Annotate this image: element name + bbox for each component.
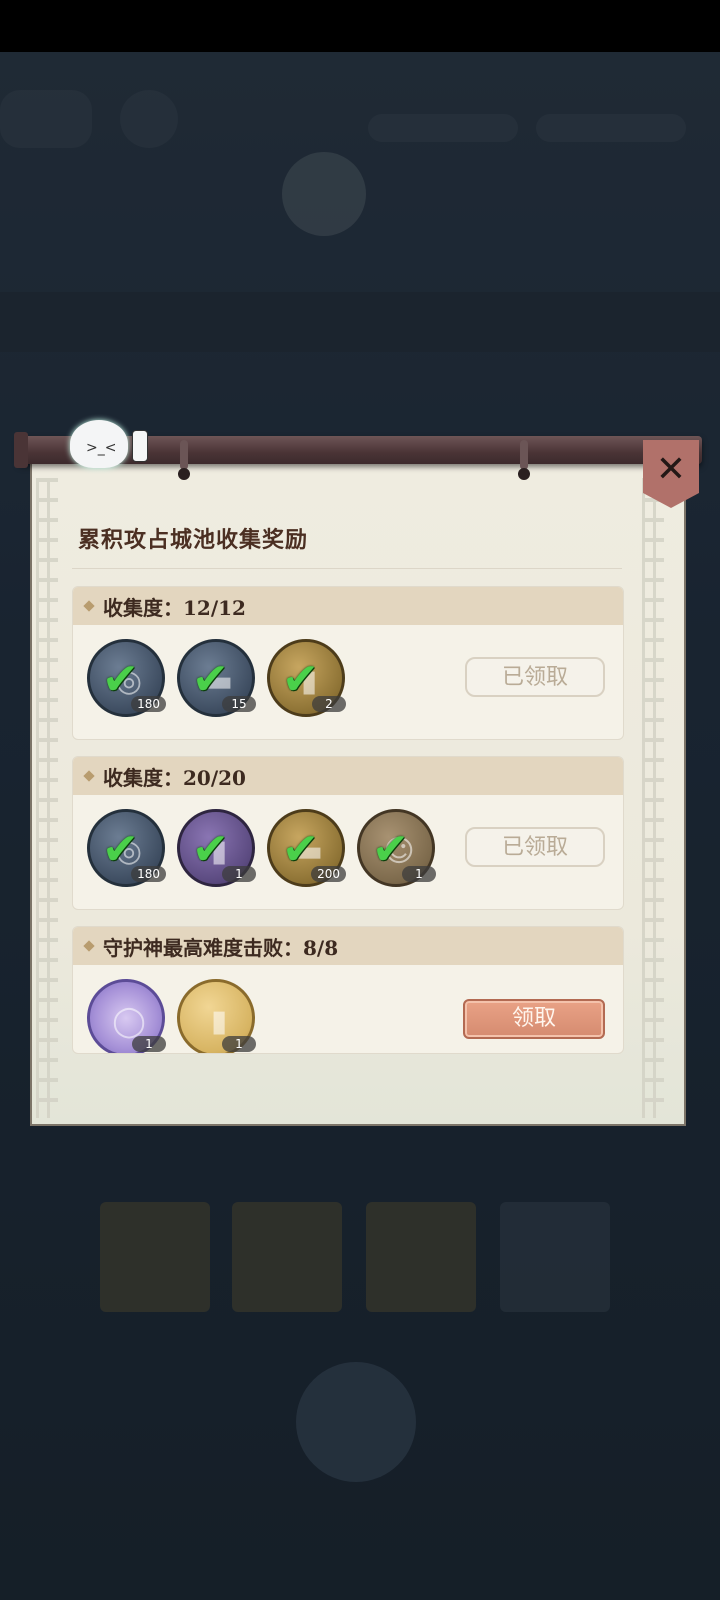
panel-right-border-pattern [642,478,664,1118]
reward-count: 180 [131,696,166,712]
reward-count: 180 [131,866,166,882]
reward-item[interactable]: ▮ ✔ 1 [177,809,256,887]
scroll-rod-end [14,432,28,468]
scroll-hook [520,440,528,470]
claimed-button[interactable]: 已领取 [465,657,605,697]
diamond-bullet-icon [83,600,95,612]
reward-item[interactable]: ☺ ✔ 1 [357,809,436,887]
reward-count: 1 [402,866,436,882]
reward-item[interactable]: ▮ ✔ 2 [267,639,346,717]
reward-item[interactable]: ▮ 1 [177,979,256,1053]
task-card: 收集度：12/12 ◎ ✔ 180 ▬ ✔ 15 ▮ ✔ 2 已领取 [72,586,624,740]
reward-item[interactable]: ◎ ✔ 180 [87,809,166,887]
reward-count: 1 [222,866,256,882]
scroll-hook [180,440,188,470]
lantern-icon [132,430,148,462]
task-title: 守护神最高难度击败：8/8 [103,935,339,960]
diamond-bullet-icon [83,940,95,952]
status-bar [0,0,720,52]
reward-item[interactable]: ◎ ✔ 180 [87,639,166,717]
reward-count: 1 [132,1036,166,1052]
task-title: 收集度：12/12 [103,595,246,620]
claimed-button[interactable]: 已领取 [465,827,605,867]
close-icon: ✕ [655,449,687,490]
diamond-bullet-icon [83,770,95,782]
reward-item[interactable]: ◯ 1 [87,979,166,1053]
task-card: 收集度：20/20 ◎ ✔ 180 ▮ ✔ 1 ▬ ✔ 200 ☺ ✔ 1 已领… [72,756,624,910]
reward-count: 1 [222,1036,256,1052]
scroll-hook-knob [178,468,190,480]
panel-left-border-pattern [36,478,58,1118]
reward-item[interactable]: ▬ ✔ 15 [177,639,256,717]
reward-count: 2 [312,696,346,712]
reward-count: 15 [222,696,256,712]
task-title: 收集度：20/20 [103,765,246,790]
task-card: 守护神最高难度击败：8/8 ◯ 1 ▮ 1 领取 [72,926,624,1054]
reward-count: 200 [311,866,346,882]
task-header: 守护神最高难度击败：8/8 [73,927,623,965]
task-header: 收集度：20/20 [73,757,623,795]
scroll-hook-knob [518,468,530,480]
ghost-face-icon: >_< [86,440,117,456]
claim-button[interactable]: 领取 [463,999,605,1039]
previous-task-row-partial [72,540,622,569]
task-header: 收集度：12/12 [73,587,623,625]
reward-item[interactable]: ▬ ✔ 200 [267,809,346,887]
